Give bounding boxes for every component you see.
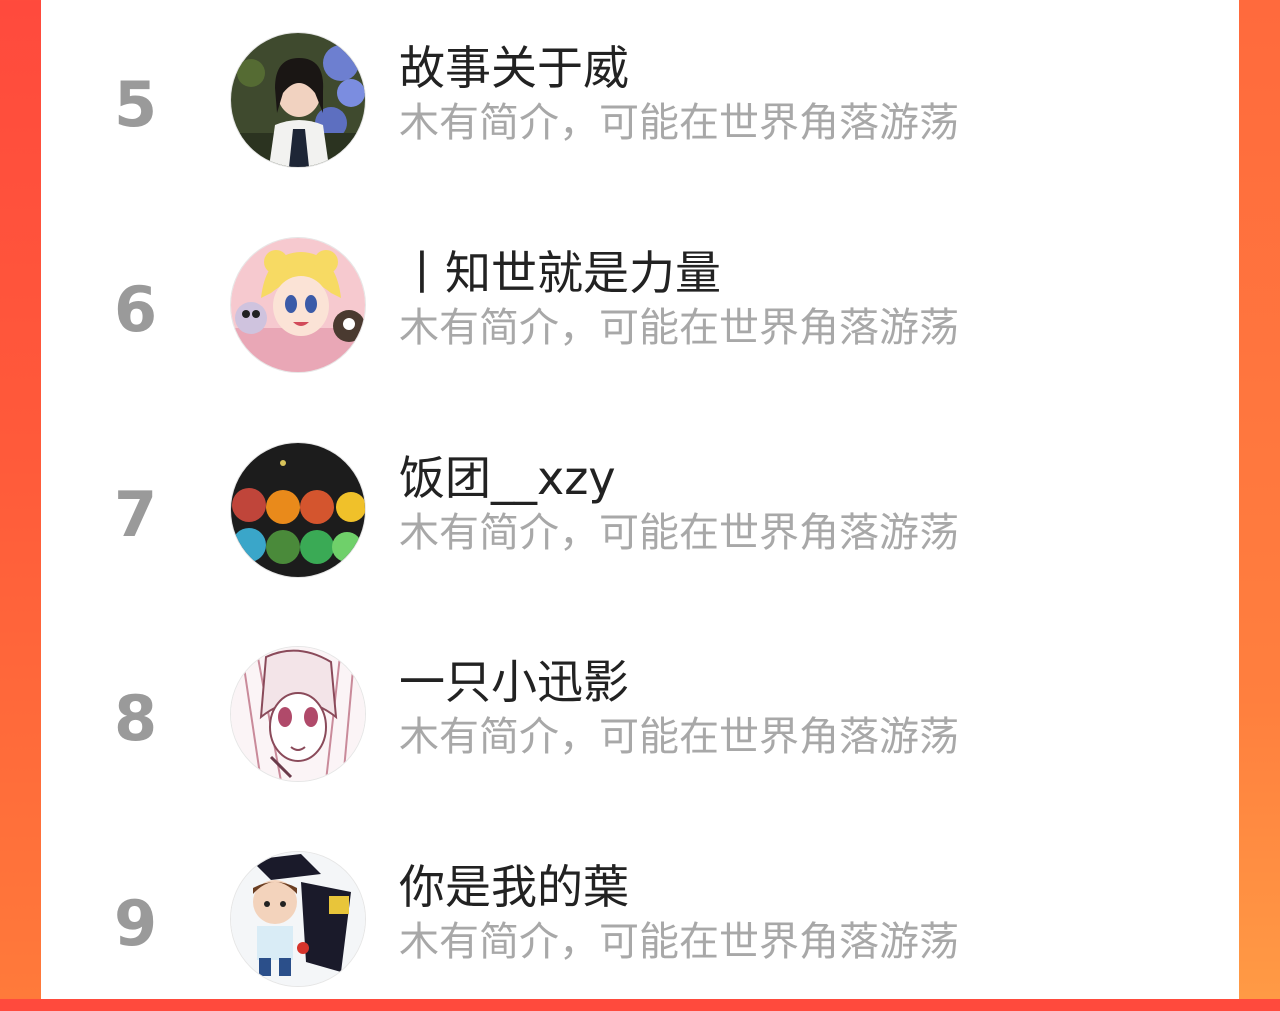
user-name: 丨知世就是力量 [399, 246, 721, 300]
rank-number: 9 [114, 887, 158, 960]
list-item[interactable]: 6 丨知世就是力量 木有简介，可能在世界角落游荡 [41, 237, 1239, 397]
user-name: 一只小迅影 [399, 655, 629, 709]
rank-number: 8 [114, 682, 158, 755]
user-name: 故事关于威 [399, 41, 629, 95]
user-bio: 木有简介，可能在世界角落游荡 [399, 714, 959, 760]
background-right-edge [1238, 0, 1280, 999]
avatar[interactable] [230, 32, 366, 168]
avatar-manga-girl [231, 647, 365, 781]
list-item[interactable]: 7 饭团__xzy 木有简介，可能在世界角落游荡 [41, 442, 1239, 602]
avatar[interactable] [230, 646, 366, 782]
user-name: 你是我的葉 [399, 860, 629, 914]
ranking-list-panel: 5 故事关于威 木有简介，可能在世界角落游荡 6 丨知世就是力量 木有简介，可能… [41, 0, 1239, 999]
rank-number: 7 [114, 478, 158, 551]
avatar-graduation-doll [231, 852, 365, 986]
list-item[interactable]: 8 一只小迅影 木有简介，可能在世界角落游荡 [41, 646, 1239, 806]
user-bio: 木有简介，可能在世界角落游荡 [399, 100, 959, 146]
avatar[interactable] [230, 237, 366, 373]
user-bio: 木有简介，可能在世界角落游荡 [399, 510, 959, 556]
user-name: 饭团__xzy [399, 451, 616, 505]
avatar-game-bubbles [231, 443, 365, 577]
rank-number: 6 [114, 273, 158, 346]
avatar-photo-woman-flowers [231, 33, 365, 167]
list-item[interactable]: 5 故事关于威 木有简介，可能在世界角落游荡 [41, 32, 1239, 192]
user-bio: 木有简介，可能在世界角落游荡 [399, 919, 959, 965]
rank-number: 5 [114, 68, 158, 141]
avatar[interactable] [230, 442, 366, 578]
list-item[interactable]: 9 你是我的葉 木有简介，可能在世界角落游荡 [41, 851, 1239, 1011]
user-bio: 木有简介，可能在世界角落游荡 [399, 305, 959, 351]
avatar[interactable] [230, 851, 366, 987]
avatar-anime-sailor-moon [231, 238, 365, 372]
